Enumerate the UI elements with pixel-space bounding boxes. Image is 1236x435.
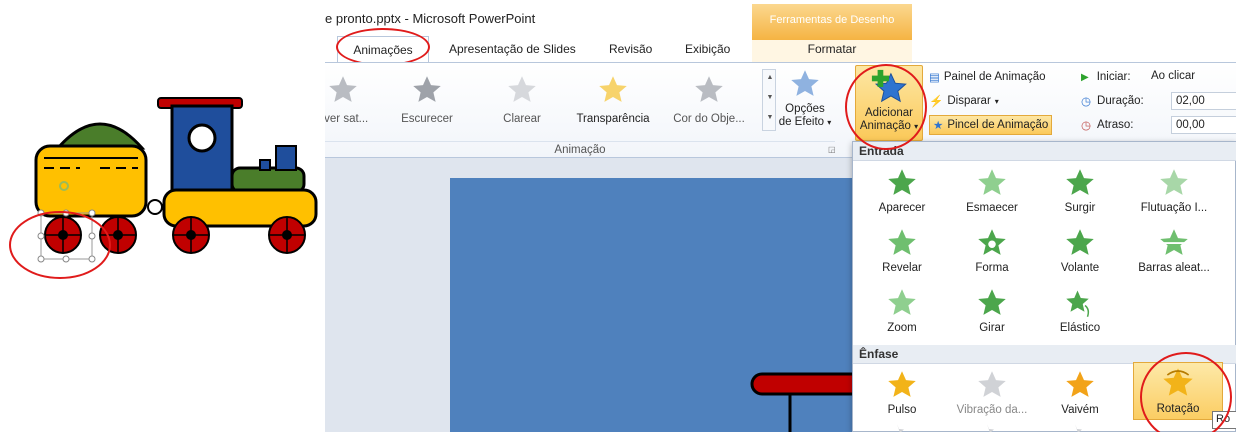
start-row: ▶ Iniciar: Ao clicar bbox=[1081, 67, 1195, 87]
lightning-icon: ⚡ bbox=[929, 96, 944, 108]
train-illustration bbox=[0, 0, 325, 432]
annotation-circle-rotacao bbox=[1140, 352, 1232, 432]
animation-pane-button[interactable]: ▤ Painel de Animação bbox=[929, 67, 1046, 87]
anim-revelar[interactable]: Revelar bbox=[857, 224, 947, 282]
gallery-item-clarear[interactable]: Clarear bbox=[482, 69, 562, 133]
painter-icon: ★ bbox=[933, 120, 944, 132]
entrance-star-icon bbox=[978, 229, 1006, 255]
delay-input[interactable]: 00,00 bbox=[1171, 116, 1236, 134]
star-options-icon bbox=[791, 70, 819, 96]
scroll-up-icon[interactable]: ▲ bbox=[765, 74, 775, 81]
star-icon bbox=[329, 76, 357, 102]
anim-forma[interactable]: Forma bbox=[947, 224, 1037, 282]
entrance-star-icon bbox=[978, 169, 1006, 195]
chevron-down-icon: ▾ bbox=[994, 96, 999, 106]
effect-options-button[interactable]: Opções de Efeito ▾ bbox=[777, 67, 833, 141]
duration-row: ◷ Duração: 02,00 bbox=[1081, 91, 1236, 111]
entrance-star-icon bbox=[888, 229, 916, 255]
entrance-star-icon bbox=[888, 289, 916, 315]
gallery-more-icon[interactable]: ▼ bbox=[765, 114, 775, 121]
anim-girar[interactable]: Girar bbox=[947, 284, 1037, 342]
chevron-down-icon: ▾ bbox=[827, 118, 832, 127]
duration-input[interactable]: 02,00 bbox=[1171, 92, 1236, 110]
context-group-header: Ferramentas de Desenho bbox=[752, 4, 912, 40]
anim-barras-aleatorias[interactable]: Barras aleat... bbox=[1129, 224, 1219, 282]
entrance-star-icon bbox=[978, 289, 1006, 315]
emphasis-star-icon bbox=[978, 371, 1006, 397]
star-icon bbox=[413, 76, 441, 102]
delay-row: ◷ Atraso: 00,00 bbox=[1081, 115, 1236, 135]
slide-train-shape bbox=[750, 372, 894, 432]
window-title: e pronto.pptx - Microsoft PowerPoint bbox=[325, 11, 536, 26]
gallery-scrollbar[interactable]: ▲ ▼ ▼ bbox=[762, 69, 776, 131]
emphasis-star-icon bbox=[1066, 371, 1094, 397]
group-label-animacao: Animação bbox=[325, 141, 835, 159]
gallery-item-0[interactable]: over sat... bbox=[325, 69, 383, 133]
play-icon: ▶ bbox=[1081, 71, 1089, 83]
start-select[interactable]: Ao clicar bbox=[1147, 68, 1236, 86]
anim-esmaecer[interactable]: Esmaecer bbox=[947, 164, 1037, 222]
powerpoint-window: e pronto.pptx - Microsoft PowerPoint Fer… bbox=[325, 0, 1236, 432]
scroll-down-icon[interactable]: ▼ bbox=[765, 94, 775, 101]
emphasis-star-icon bbox=[888, 371, 916, 397]
entrance-star-icon bbox=[1066, 229, 1094, 255]
star-icon bbox=[599, 76, 627, 102]
entrance-star-icon bbox=[1160, 169, 1188, 195]
section-header-entrada: Entrada bbox=[853, 142, 1236, 161]
anim-vaivem[interactable]: Vaivém bbox=[1035, 366, 1125, 424]
annotation-circle-tab bbox=[336, 28, 430, 66]
trigger-button[interactable]: ⚡ Disparar ▾ bbox=[929, 91, 999, 111]
tab-exibicao[interactable]: Exibição bbox=[685, 42, 730, 56]
entrance-star-icon bbox=[888, 169, 916, 195]
anim-flutuacao[interactable]: Flutuação I... bbox=[1129, 164, 1219, 222]
tab-revisao[interactable]: Revisão bbox=[609, 42, 652, 56]
anim-elastico[interactable]: Elástico bbox=[1035, 284, 1125, 342]
anim-pulso[interactable]: Pulso bbox=[857, 366, 947, 424]
gallery-item-escurecer[interactable]: Escurecer bbox=[387, 69, 467, 133]
anim-zoom[interactable]: Zoom bbox=[857, 284, 947, 342]
slide[interactable] bbox=[450, 178, 894, 432]
animation-painter-button[interactable]: ★ Pincel de Animação bbox=[929, 115, 1053, 135]
anim-aparecer[interactable]: Aparecer bbox=[857, 164, 947, 222]
anim-volante[interactable]: Volante bbox=[1035, 224, 1125, 282]
gallery-item-cor-do-objeto[interactable]: Cor do Obje... bbox=[669, 69, 749, 133]
tab-formatar[interactable]: Formatar bbox=[752, 40, 912, 62]
anim-surgir[interactable]: Surgir bbox=[1035, 164, 1125, 222]
entrance-star-icon bbox=[1160, 229, 1188, 255]
annotation-circle-add-animation bbox=[845, 64, 927, 150]
animation-pane-icon: ▤ bbox=[929, 72, 940, 84]
tab-apresentacao[interactable]: Apresentação de Slides bbox=[449, 42, 576, 56]
entrance-star-icon bbox=[1066, 169, 1094, 195]
clock-icon: ◷ bbox=[1081, 96, 1092, 108]
dialog-launcher-icon[interactable]: ◲ bbox=[828, 145, 836, 154]
star-icon bbox=[508, 76, 536, 102]
clock-icon: ◷ bbox=[1081, 120, 1092, 132]
train-drawing bbox=[9, 97, 318, 279]
gallery-item-transparencia[interactable]: Transparência bbox=[573, 69, 653, 133]
anim-vibracao[interactable]: Vibração da... bbox=[947, 366, 1037, 424]
star-icon bbox=[695, 76, 723, 102]
entrance-star-icon bbox=[1066, 290, 1090, 317]
